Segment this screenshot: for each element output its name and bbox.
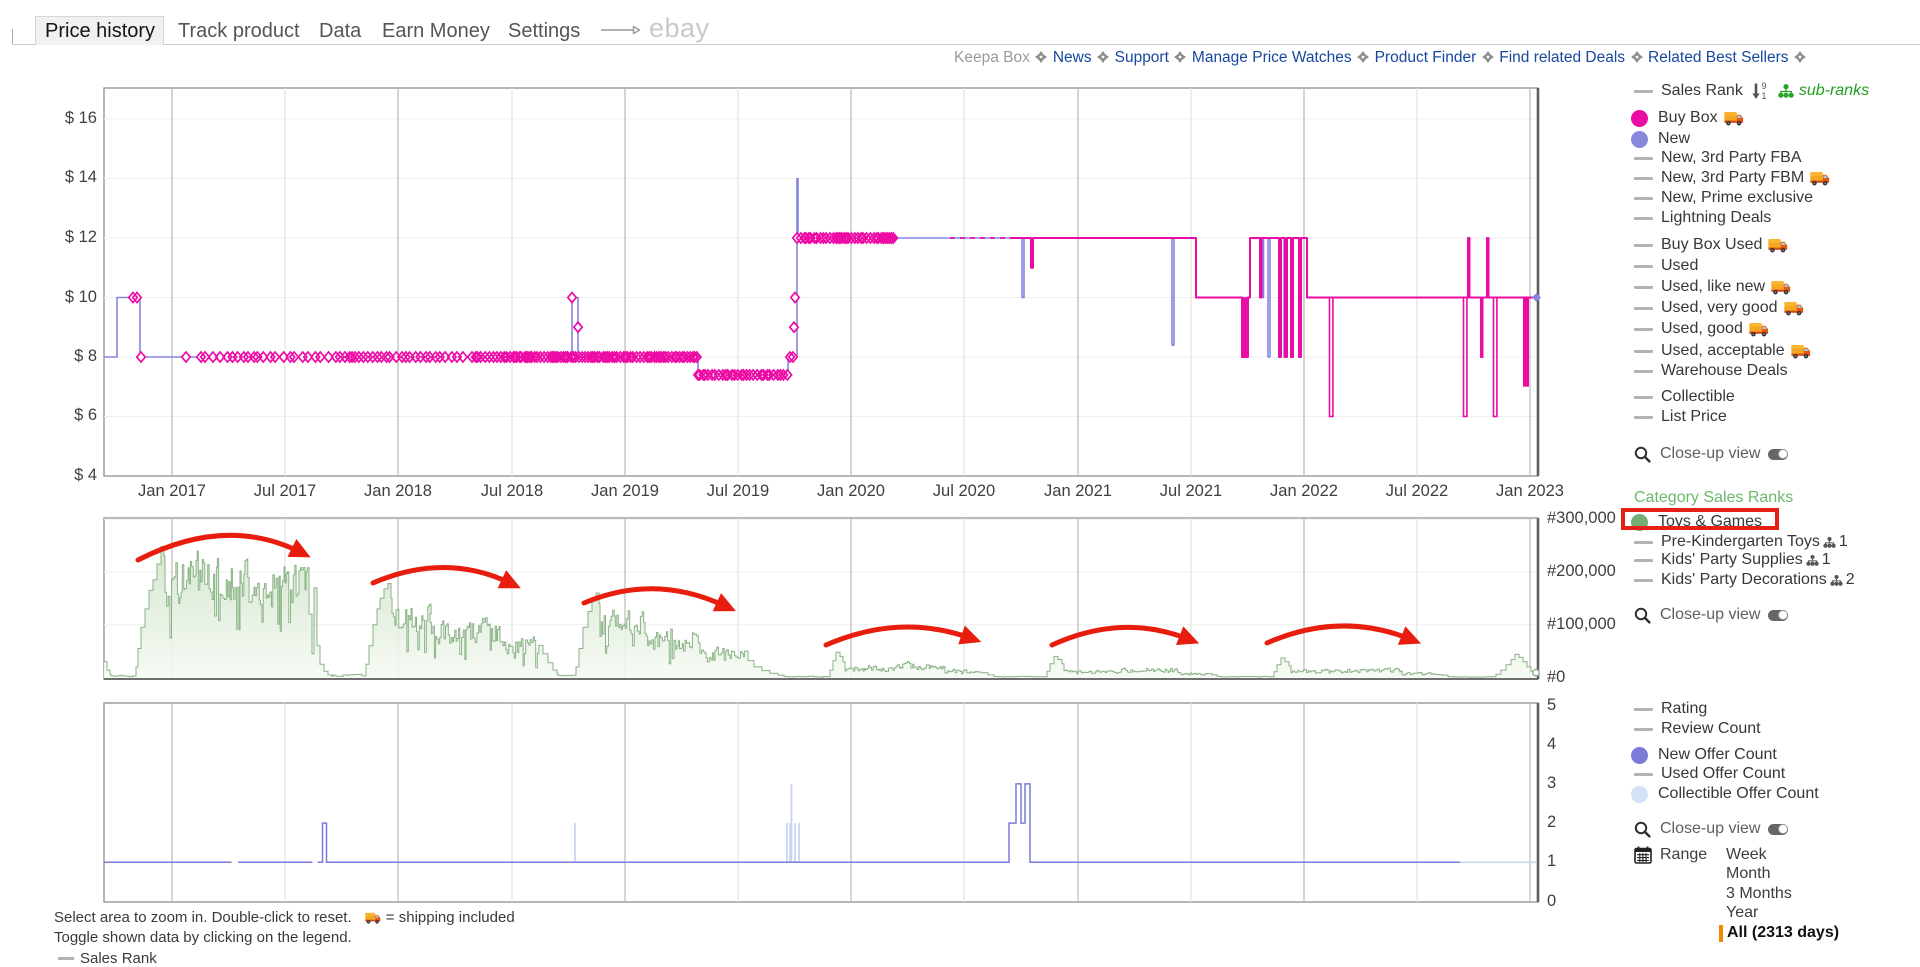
svg-text:9: 9	[1761, 82, 1766, 91]
svg-text:1: 1	[1761, 91, 1766, 100]
